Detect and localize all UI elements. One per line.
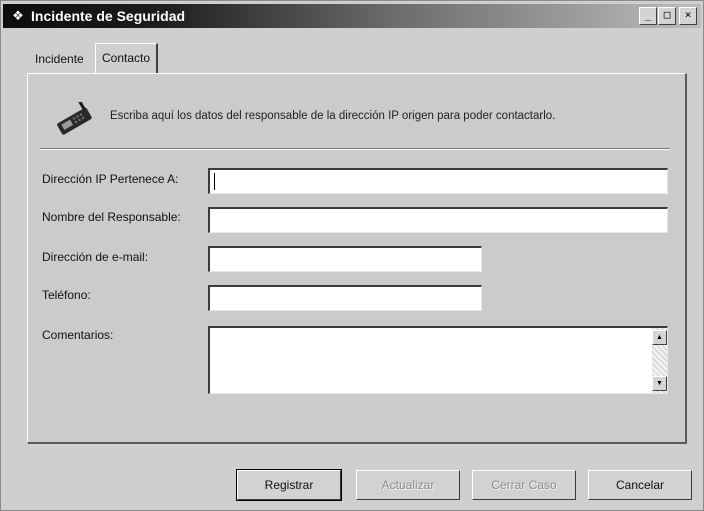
email-input[interactable] [208,246,482,272]
text-caret [214,173,215,190]
register-button[interactable]: Registrar [236,469,342,501]
ip-owner-input[interactable] [208,168,668,194]
tab-contacto[interactable]: Contacto [95,43,159,74]
instruction-text: Escriba aquí los datos del responsable d… [110,110,556,122]
cancel-button[interactable]: Cancelar [588,470,692,500]
close-button[interactable]: × [679,7,697,25]
phone-input[interactable] [208,285,482,311]
phone-label: Teléfono: [42,288,91,302]
app-icon: ❖ [12,8,24,23]
window-title: Incidente de Seguridad [31,8,186,24]
email-label: Dirección de e-mail: [42,250,149,264]
section-divider [40,148,670,150]
title-bar[interactable]: ❖ Incidente de Seguridad _ □ × [3,4,701,28]
scroll-up-icon[interactable]: ▲ [652,330,667,345]
close-case-button[interactable]: Cerrar Caso [472,470,576,500]
update-button[interactable]: Actualizar [356,470,460,500]
comments-textarea[interactable]: ▲ ▼ [208,326,668,394]
comments-scrollbar[interactable]: ▲ ▼ [652,328,667,393]
phone-icon [57,102,92,135]
ip-owner-label: Dirección IP Pertenece A: [42,172,179,186]
comments-label: Comentarios: [42,328,114,342]
dialog-window: ❖ Incidente de Seguridad _ □ × Incidente… [0,0,704,511]
maximize-button[interactable]: □ [658,7,676,25]
tab-panel-contacto: Escriba aquí los datos del responsable d… [27,73,687,444]
responsible-name-input[interactable] [208,207,668,233]
minimize-button[interactable]: _ [639,7,657,25]
tab-incidente[interactable]: Incidente [29,47,90,71]
responsible-name-label: Nombre del Responsable: [42,210,181,224]
scroll-down-icon[interactable]: ▼ [652,376,667,391]
